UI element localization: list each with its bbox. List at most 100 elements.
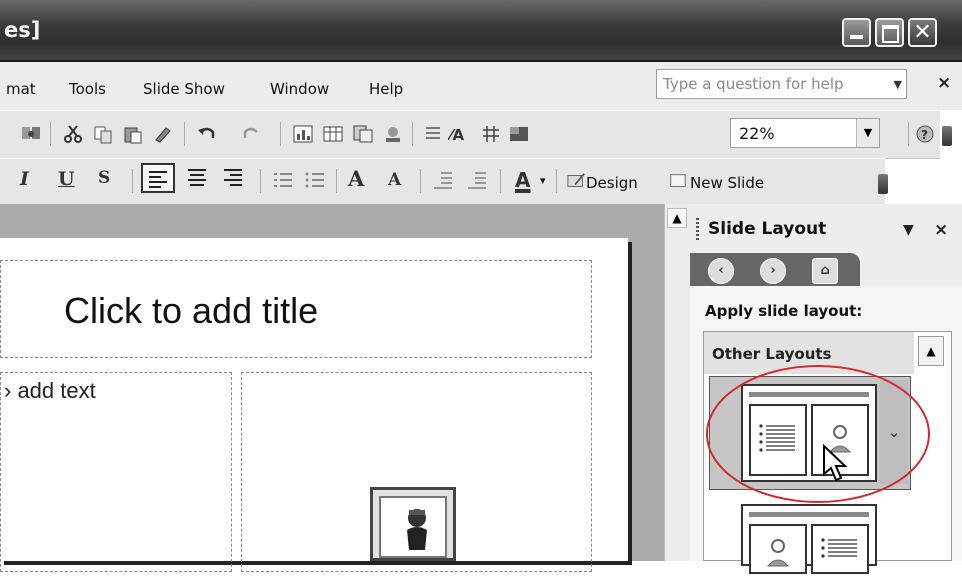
layout-text-icon	[759, 424, 795, 452]
chevron-down-icon[interactable]: ▼	[856, 119, 879, 147]
menu-help[interactable]: Help	[369, 80, 403, 98]
layout-dropdown-button[interactable]: ⌄	[880, 380, 908, 484]
underline-button[interactable]: U	[58, 168, 75, 190]
align-center-button[interactable]	[182, 163, 216, 193]
task-pane-close-button[interactable]: ×	[934, 220, 948, 240]
toolbar-separator	[280, 122, 281, 146]
clipart-figure-icon	[407, 509, 427, 550]
layout-title-text-clipart[interactable]	[741, 384, 877, 482]
menu-format[interactable]: mat	[6, 80, 36, 98]
layout-scroll-up-icon[interactable]: ▲	[918, 336, 944, 366]
toolbar-separator	[500, 169, 501, 193]
undo-icon[interactable]	[196, 124, 218, 144]
align-left-button[interactable]	[141, 163, 175, 193]
toolbar-separator	[50, 122, 51, 146]
color-grayscale-icon[interactable]	[382, 124, 404, 144]
expand-all-icon[interactable]	[422, 124, 444, 144]
layout-title-bar	[749, 512, 869, 517]
insert-chart-icon[interactable]	[292, 124, 314, 144]
decrease-font-size-button[interactable]: A	[388, 170, 401, 190]
paste-icon[interactable]	[122, 124, 144, 144]
toolbar-separator	[412, 122, 413, 146]
menu-window[interactable]: Window	[270, 80, 329, 98]
format-painter-icon[interactable]	[152, 124, 174, 144]
chevron-down-icon: ⌄	[887, 423, 901, 441]
layout-title-clipart-text[interactable]	[741, 504, 877, 574]
redo-icon[interactable]	[240, 124, 262, 144]
scroll-up-icon[interactable]: ▲	[667, 208, 687, 228]
align-right-button[interactable]	[218, 163, 252, 193]
italic-button[interactable]: I	[20, 168, 29, 190]
toolbar-separator	[556, 169, 557, 193]
window-title: es]	[4, 18, 41, 42]
help-icon[interactable]: ?	[914, 124, 936, 144]
maximize-icon	[882, 25, 899, 43]
back-icon[interactable]: ‹	[708, 258, 734, 284]
layout-title-bar	[749, 392, 869, 397]
font-color-dropdown-icon[interactable]: ▾	[540, 174, 546, 187]
toolbar-separator	[908, 122, 909, 146]
shadow-button[interactable]: S	[98, 168, 110, 188]
bullets-icon[interactable]	[304, 170, 326, 190]
task-pane-grip[interactable]	[696, 218, 699, 242]
toolbar-separator	[420, 169, 421, 193]
menu-tools[interactable]: Tools	[69, 80, 106, 98]
cut-icon[interactable]	[62, 124, 84, 144]
svg-text:⁄A: ⁄A	[448, 126, 465, 144]
ask-question-input[interactable]	[657, 70, 875, 98]
forward-icon[interactable]: ›	[760, 258, 786, 284]
slide-workspace	[0, 204, 664, 572]
insert-clipart-icon[interactable]	[370, 487, 456, 561]
ask-question-box[interactable]: ▼	[656, 69, 907, 99]
new-slide-button[interactable]: New Slide	[690, 174, 764, 192]
design-button[interactable]: Design	[586, 174, 638, 192]
toolbar-separator	[132, 169, 133, 193]
new-slide-icon	[670, 174, 686, 187]
menu-slide-show[interactable]: Slide Show	[143, 80, 225, 98]
maximize-button[interactable]	[875, 18, 904, 47]
close-document-button[interactable]: ×	[937, 73, 951, 93]
copy-icon[interactable]	[92, 124, 114, 144]
zoom-value[interactable]: 22%	[739, 124, 775, 143]
vertical-scrollbar[interactable]: ▲	[664, 204, 689, 561]
close-icon: ✕	[913, 20, 932, 45]
design-icon	[567, 173, 585, 187]
close-window-button[interactable]: ✕	[908, 18, 937, 47]
show-grid-icon[interactable]	[480, 124, 502, 144]
toolbar-separator	[184, 122, 185, 146]
text-placeholder-text: › add text	[4, 378, 96, 403]
toolbar-separator	[336, 169, 337, 193]
research-icon[interactable]	[20, 124, 42, 144]
minimize-button[interactable]	[842, 18, 871, 47]
svg-text:?: ?	[921, 128, 928, 142]
task-pane-navigation: ‹ › ⌂	[690, 253, 860, 286]
numbering-icon[interactable]	[272, 170, 294, 190]
layout-text-icon	[821, 538, 857, 558]
toolbar-options-grip[interactable]	[942, 126, 952, 146]
layout-clipart-icon	[766, 539, 790, 567]
title-bar: es] ✕	[0, 0, 962, 62]
show-formatting-icon[interactable]: ⁄A	[448, 124, 470, 144]
toolbar-options-grip[interactable]	[878, 174, 888, 194]
apply-layout-label: Apply slide layout:	[705, 302, 863, 320]
tables-borders-icon[interactable]	[352, 124, 374, 144]
layout-text-pane	[749, 404, 807, 476]
zoom-box[interactable]: 22% ▼	[730, 118, 880, 148]
minimize-icon	[850, 35, 863, 39]
grayscale-icon[interactable]	[508, 124, 530, 144]
increase-indent-icon[interactable]	[466, 170, 488, 190]
insert-table-icon[interactable]	[322, 124, 344, 144]
task-pane-title: Slide Layout	[708, 219, 827, 239]
mouse-cursor-icon	[823, 444, 848, 482]
layout-text-pane	[811, 524, 869, 574]
home-icon[interactable]: ⌂	[812, 258, 838, 284]
title-placeholder-text: Click to add title	[64, 290, 319, 331]
increase-font-size-button[interactable]: A	[348, 166, 364, 191]
decrease-indent-icon[interactable]	[432, 170, 454, 190]
task-pane-menu-icon[interactable]: ▼	[903, 222, 914, 238]
other-layouts-label: Other Layouts	[712, 345, 832, 363]
layout-clipart-pane	[749, 524, 807, 574]
toolbar-separator	[260, 169, 261, 193]
chevron-down-icon[interactable]: ▼	[894, 78, 902, 91]
font-color-button[interactable]: A	[515, 168, 530, 192]
